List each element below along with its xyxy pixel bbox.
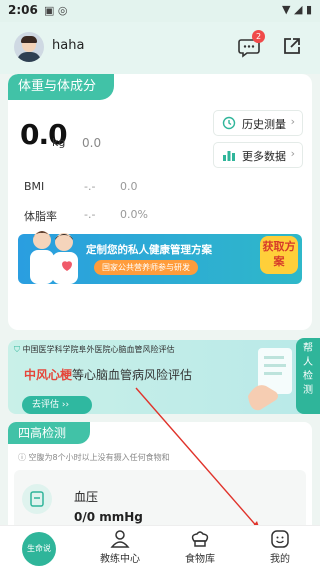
tab-food-library[interactable]: 食物库 <box>170 530 230 565</box>
tab-coach-center[interactable]: 教练中心 <box>90 530 150 565</box>
annotation-arrow <box>135 387 261 531</box>
tab-food-label: 食物库 <box>185 554 215 565</box>
tab-mine[interactable]: 我的 <box>250 530 310 565</box>
person-icon <box>110 530 130 548</box>
chef-hat-icon <box>191 531 209 547</box>
smiley-icon <box>271 530 289 548</box>
tab-coach-label: 教练中心 <box>100 554 140 565</box>
tab-mine-label: 我的 <box>270 554 290 565</box>
tab-home[interactable]: 生命说 <box>22 532 56 566</box>
